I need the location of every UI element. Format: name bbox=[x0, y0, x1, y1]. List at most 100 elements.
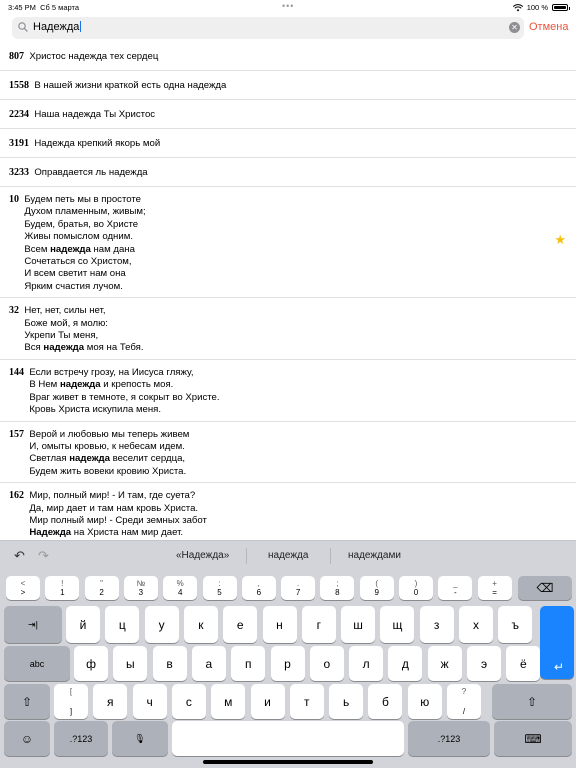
space-key[interactable] bbox=[172, 721, 404, 756]
key-letter[interactable]: [] bbox=[54, 684, 88, 719]
numbers-key[interactable]: .?123 bbox=[54, 721, 108, 756]
key-letter[interactable]: м bbox=[211, 684, 246, 719]
result-row[interactable]: 2234 Наша надежда Ты Христос bbox=[0, 100, 576, 129]
key-letter[interactable]: у bbox=[144, 606, 179, 643]
key-letter[interactable]: э bbox=[467, 646, 501, 681]
search-bar[interactable]: Надежда ✕ bbox=[12, 17, 524, 39]
return-icon[interactable]: ↵ bbox=[547, 657, 571, 677]
key-letter[interactable]: ы bbox=[113, 646, 148, 681]
shift-key-right[interactable]: ⇧ bbox=[492, 684, 572, 719]
key-number-row[interactable]: _ - bbox=[438, 576, 473, 600]
key-letter[interactable]: и bbox=[250, 684, 285, 719]
suggestion-item[interactable]: «Надежда» bbox=[176, 550, 229, 561]
key-letter[interactable]: ж bbox=[427, 646, 462, 681]
key-letter[interactable]: р bbox=[270, 646, 305, 681]
result-row[interactable]: 1558 В нашей жизни краткой есть одна над… bbox=[0, 71, 576, 100]
key-letter[interactable]: д bbox=[388, 646, 423, 681]
key-label: ъ bbox=[511, 617, 520, 632]
undo-icon[interactable]: ↶ bbox=[14, 548, 25, 564]
status-time: 3:45 PM Сб 5 марта bbox=[8, 3, 80, 12]
key-number-row[interactable]: ) 0 bbox=[399, 576, 433, 600]
result-row[interactable]: 807 Христос надежда тех сердец bbox=[0, 42, 576, 71]
hymn-number: 807 bbox=[9, 51, 24, 62]
hymn-line: Вся надежда моя на Тебя. bbox=[24, 342, 144, 354]
key-alt-label: " bbox=[100, 579, 104, 588]
key-number-row[interactable]: + = bbox=[477, 576, 512, 600]
key-letter[interactable]: ъ bbox=[498, 606, 533, 643]
key-letter[interactable]: б bbox=[368, 684, 403, 719]
backspace-key[interactable]: ⌫ bbox=[518, 576, 572, 600]
key-letter[interactable]: з bbox=[419, 606, 454, 643]
key-letter[interactable]: я bbox=[93, 684, 128, 719]
key-alt-label: . bbox=[296, 579, 300, 588]
key-number-row[interactable]: .7 bbox=[281, 576, 316, 600]
key-letter[interactable]: щ bbox=[380, 606, 415, 643]
shift-key[interactable]: ⇧ bbox=[4, 684, 50, 719]
key-number-row[interactable]: < > bbox=[6, 576, 40, 600]
key-label: к bbox=[198, 617, 204, 632]
key-label: > bbox=[20, 588, 26, 597]
result-row[interactable]: 162 Мир, полный мир! - И там, где суета?… bbox=[0, 483, 576, 540]
key-letter[interactable]: т bbox=[289, 684, 324, 719]
search-input[interactable]: Надежда bbox=[33, 21, 82, 33]
key-number-row[interactable]: " 2 bbox=[84, 576, 119, 600]
redo-icon[interactable]: ↷ bbox=[38, 548, 49, 564]
home-indicator[interactable] bbox=[203, 760, 373, 764]
key-letter[interactable]: ? / bbox=[447, 684, 481, 719]
result-row[interactable]: 3233 Оправдается ль надежда bbox=[0, 158, 576, 187]
key-letter[interactable]: в bbox=[152, 646, 187, 681]
result-row[interactable]: 144 Если встречу грозу, на Иисуса гляжу,… bbox=[0, 360, 576, 422]
clear-search-icon[interactable]: ✕ bbox=[509, 22, 520, 33]
match-highlight: надежда bbox=[69, 453, 110, 465]
key-letter[interactable]: н bbox=[262, 606, 297, 643]
caps-lock-key[interactable]: abc bbox=[4, 646, 70, 681]
results-list[interactable]: 807 Христос надежда тех сердец 1558 В наш… bbox=[0, 42, 576, 540]
result-row[interactable]: 32 Нет, нет, силы нет, Боже мой, я молю: У… bbox=[0, 298, 576, 360]
numbers-key-right[interactable]: .?123 bbox=[408, 721, 490, 756]
key-letter[interactable]: ц bbox=[105, 606, 140, 643]
key-letter[interactable]: ь bbox=[329, 684, 364, 719]
key-letter[interactable]: ю bbox=[407, 684, 442, 719]
key-letter[interactable]: а bbox=[191, 646, 226, 681]
key-label: 8 bbox=[335, 588, 340, 597]
key-letter[interactable]: ф bbox=[74, 646, 108, 681]
hide-keyboard-key[interactable]: ⌨ bbox=[494, 721, 572, 756]
hymn-line: Враг живет в темноте, я сокрыт во Христе… bbox=[29, 391, 220, 403]
key-letter[interactable]: ч bbox=[132, 684, 167, 719]
suggestion-item[interactable]: надеждами bbox=[348, 550, 401, 561]
key-number-row[interactable]: (9 bbox=[359, 576, 394, 600]
result-row[interactable]: 157 Верой и любовью мы теперь живем И, ом… bbox=[0, 422, 576, 484]
hymn-line: Живы помыслом одним. bbox=[24, 231, 133, 243]
key-letter[interactable]: с bbox=[171, 684, 206, 719]
multitasking-dots[interactable]: ••• bbox=[282, 1, 294, 11]
key-number-row[interactable]: ,6 bbox=[241, 576, 276, 600]
emoji-key[interactable]: ☺ bbox=[4, 721, 50, 756]
cancel-button[interactable]: Отмена bbox=[529, 21, 568, 33]
key-letter[interactable]: ш bbox=[341, 606, 376, 643]
key-letter[interactable]: л bbox=[349, 646, 384, 681]
result-row[interactable]: 3191 Надежда крепкий якорь мой bbox=[0, 129, 576, 158]
key-label: ⌨ bbox=[524, 731, 542, 746]
hymn-line: Будем жить вовеки кровию Христа. bbox=[29, 465, 187, 477]
microphone-key[interactable]: 🎙 bbox=[112, 721, 168, 756]
key-letter[interactable]: п bbox=[231, 646, 266, 681]
key-letter[interactable]: г bbox=[301, 606, 336, 643]
key-letter[interactable]: й bbox=[66, 606, 100, 643]
key-number-row[interactable]: :5 bbox=[202, 576, 237, 600]
hymn-line: Укрепи Ты меня, bbox=[24, 330, 99, 342]
key-number-row[interactable]: ; 8 bbox=[320, 576, 355, 600]
result-row[interactable]: 10 Будем петь мы в простоте Духом пламенн… bbox=[0, 187, 576, 299]
key-number-row[interactable]: ! 1 bbox=[45, 576, 80, 600]
key-letter[interactable]: е bbox=[223, 606, 258, 643]
key-number-row[interactable]: № 3 bbox=[123, 576, 158, 600]
tab-key[interactable]: ⇥| bbox=[4, 606, 62, 643]
suggestion-item[interactable]: надежда bbox=[268, 550, 308, 561]
key-label: ⇥| bbox=[28, 619, 38, 629]
key-letter[interactable]: к bbox=[183, 606, 218, 643]
key-label: 3 bbox=[138, 588, 144, 597]
key-letter[interactable]: о bbox=[309, 646, 344, 681]
favorite-star-icon[interactable]: ★ bbox=[554, 233, 566, 246]
key-letter[interactable]: ё bbox=[506, 646, 541, 681]
key-letter[interactable]: х bbox=[459, 606, 493, 643]
key-number-row[interactable]: % 4 bbox=[163, 576, 198, 600]
